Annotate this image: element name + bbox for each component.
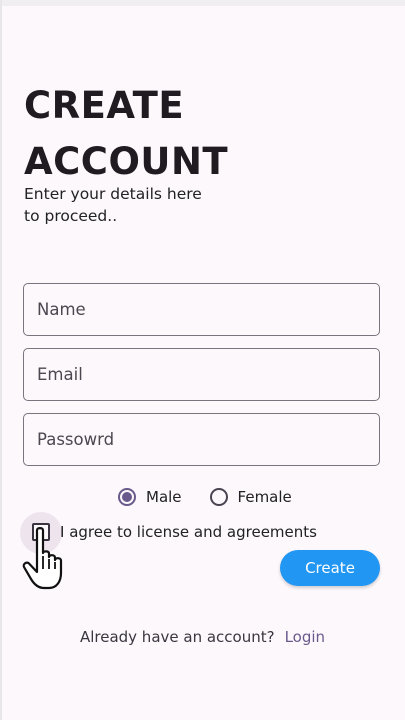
hand-pointer-cursor-icon xyxy=(22,527,63,590)
gender-radio-group: Male Female xyxy=(118,484,292,510)
radio-male[interactable]: Male xyxy=(118,488,182,506)
agreement-label: I agree to license and agreements xyxy=(60,523,317,541)
email-input[interactable] xyxy=(24,349,379,400)
password-input[interactable] xyxy=(24,414,379,465)
name-input[interactable] xyxy=(24,284,379,335)
name-field-container xyxy=(23,283,380,336)
status-bar xyxy=(0,0,405,6)
create-button[interactable]: Create xyxy=(280,550,380,586)
radio-selected-icon xyxy=(118,488,136,506)
page-subtitle: Enter your details here to proceed.. xyxy=(24,185,202,225)
footer-prompt: Already have an account? xyxy=(79,628,275,646)
radio-female-label: Female xyxy=(237,488,292,506)
radio-unselected-icon xyxy=(209,488,228,506)
footer: Already have an account? Login xyxy=(0,628,405,646)
login-link[interactable]: Login xyxy=(285,628,325,646)
radio-female[interactable]: Female xyxy=(209,488,292,506)
page-title: CREATE ACCOUNT xyxy=(24,84,229,183)
radio-male-label: Male xyxy=(146,488,182,506)
email-field-container xyxy=(23,348,380,401)
screen-edge xyxy=(0,0,2,720)
password-field-container xyxy=(23,413,380,466)
